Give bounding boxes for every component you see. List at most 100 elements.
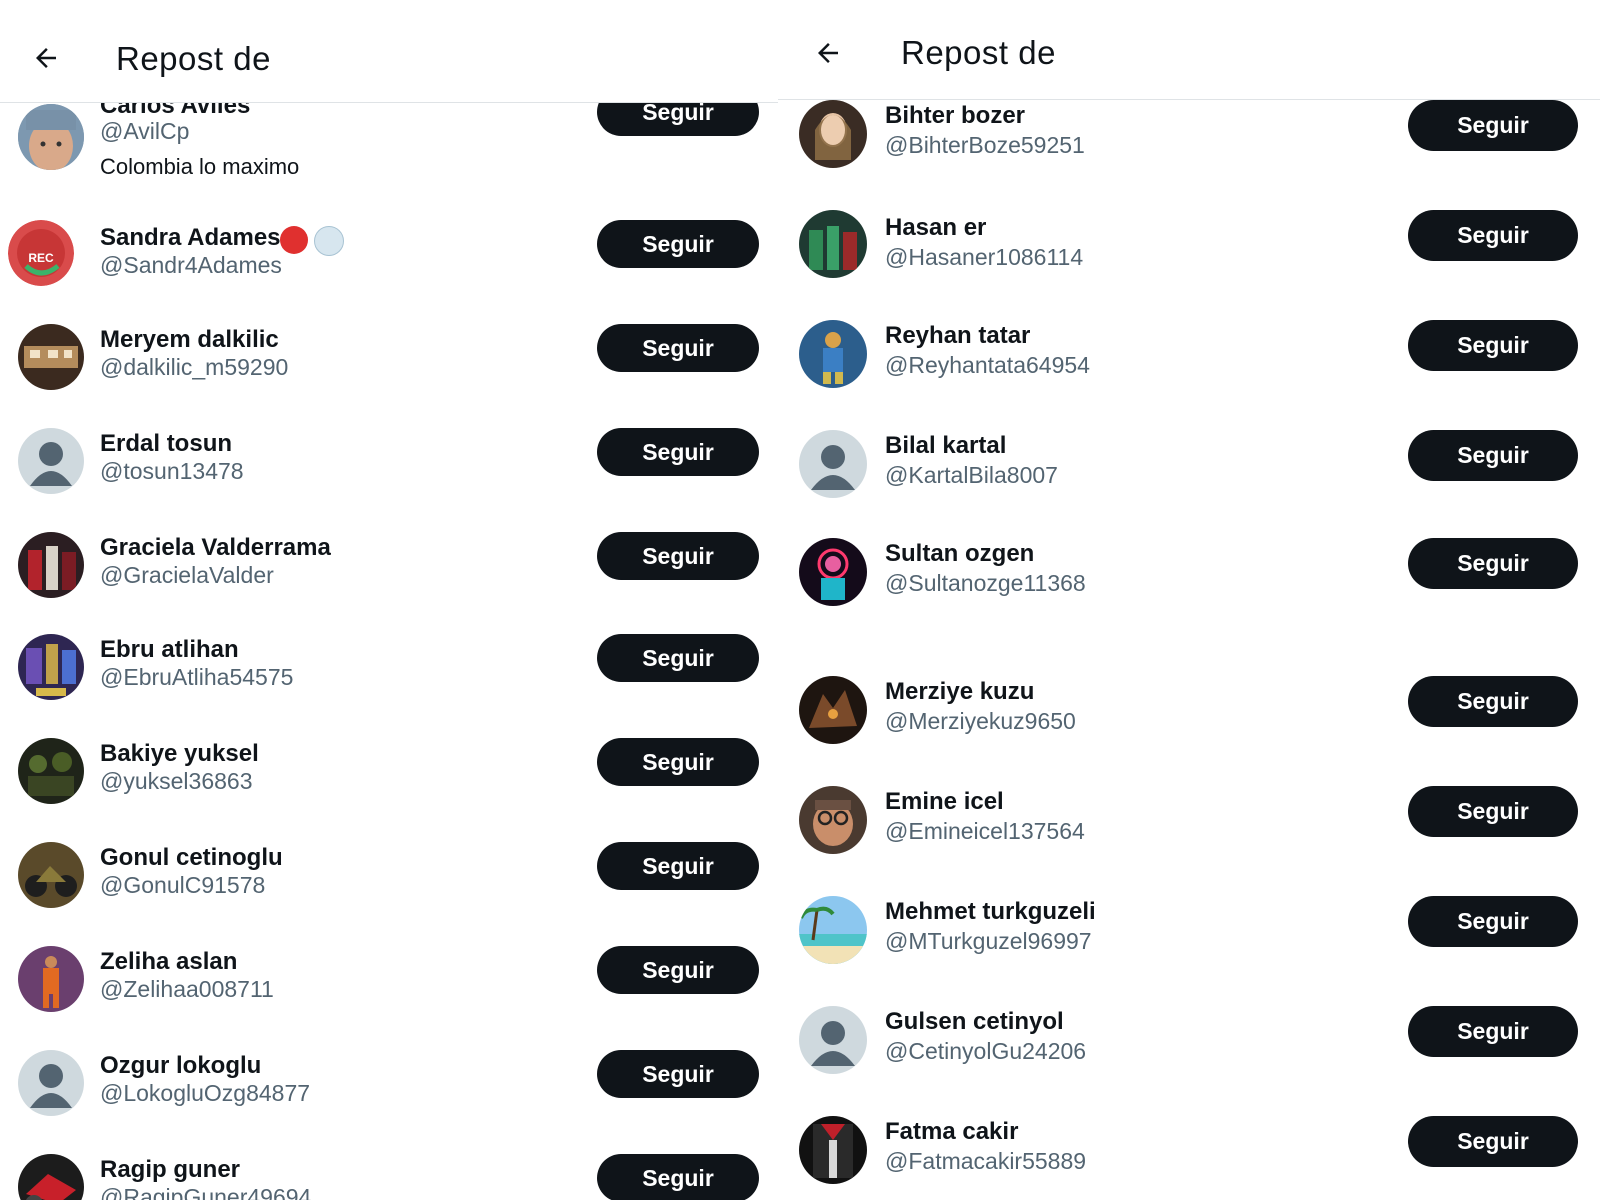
follow-button[interactable]: Seguir (597, 532, 759, 580)
follow-button[interactable]: Seguir (597, 738, 759, 786)
user-row[interactable]: Merziye kuzu @Merziyekuz9650 Seguir (778, 676, 1600, 776)
user-handle: @EbruAtliha54575 (100, 664, 294, 690)
user-row[interactable]: Graciela Valderrama @GracielaValder Segu… (0, 514, 778, 614)
user-row[interactable]: Ozgur lokoglu @LokogluOzg84877 Seguir (0, 1032, 778, 1132)
follow-button[interactable]: Seguir (1408, 538, 1578, 589)
default-avatar-icon[interactable] (18, 428, 84, 494)
user-name[interactable]: Sandra Adames (100, 224, 281, 252)
user-name[interactable]: Bilal kartal (885, 432, 1006, 460)
follow-button[interactable]: Seguir (597, 220, 759, 268)
page-title: Repost de (901, 34, 1056, 71)
user-name[interactable]: Meryem dalkilic (100, 326, 279, 354)
follow-button[interactable]: Seguir (1408, 1006, 1578, 1057)
user-name[interactable]: Ebru atlihan (100, 636, 239, 664)
user-name[interactable]: Erdal tosun (100, 430, 232, 458)
user-name[interactable]: Reyhan tatar (885, 322, 1030, 350)
follow-button[interactable]: Seguir (597, 634, 759, 682)
follow-button[interactable]: Seguir (1408, 896, 1578, 947)
back-button[interactable] (24, 36, 68, 80)
user-handle: @yuksel36863 (100, 768, 253, 794)
user-handle: @Sandr4Adames (100, 252, 282, 278)
user-row[interactable]: Hasan er @Hasaner1086114 Seguir (778, 208, 1600, 308)
right-screen: Bihter bozer @BihterBoze59251 Seguir Has… (778, 0, 1600, 1200)
user-handle: @Merziyekuz9650 (885, 708, 1076, 734)
user-name[interactable]: Ozgur lokoglu (100, 1052, 261, 1080)
follow-button[interactable]: Seguir (597, 1154, 759, 1200)
user-row[interactable]: Emine icel @Emineicel137564 Seguir (778, 786, 1600, 886)
user-handle: @GracielaValder (100, 562, 274, 588)
user-avatar[interactable] (799, 320, 867, 388)
user-handle: @Reyhantata64954 (885, 352, 1090, 378)
page-title: Repost de (116, 40, 271, 77)
user-avatar[interactable] (799, 100, 867, 168)
default-avatar-icon[interactable] (18, 1050, 84, 1116)
user-avatar[interactable] (18, 1154, 84, 1200)
user-row[interactable]: Sultan ozgen @Sultanozge11368 Seguir (778, 538, 1600, 638)
user-row[interactable]: Ragip guner @RagipGuner49694 Seguir (0, 1136, 778, 1200)
user-avatar[interactable] (18, 842, 84, 908)
user-row[interactable]: Bilal kartal @KartalBila8007 Seguir (778, 428, 1600, 528)
user-name[interactable]: Graciela Valderrama (100, 534, 331, 562)
user-name[interactable]: Sultan ozgen (885, 540, 1034, 568)
user-handle: @BihterBoze59251 (885, 132, 1085, 158)
user-name[interactable]: Merziye kuzu (885, 678, 1034, 706)
user-handle: @Sultanozge11368 (885, 570, 1086, 596)
user-avatar[interactable] (18, 946, 84, 1012)
user-row[interactable]: Gulsen cetinyol @CetinyolGu24206 Seguir (778, 1006, 1600, 1106)
default-avatar-icon[interactable] (799, 430, 867, 498)
follow-button[interactable]: Seguir (1408, 320, 1578, 371)
user-name[interactable]: Bakiye yuksel (100, 740, 259, 768)
user-name[interactable]: Fatma cakir (885, 1118, 1018, 1146)
user-avatar[interactable]: REC (8, 220, 74, 286)
follow-button[interactable]: Seguir (1408, 210, 1578, 261)
user-handle: @LokogluOzg84877 (100, 1080, 311, 1106)
user-name[interactable]: Gulsen cetinyol (885, 1008, 1064, 1036)
user-avatar[interactable] (18, 634, 84, 700)
user-name[interactable]: Ragip guner (100, 1156, 240, 1184)
user-row[interactable]: Meryem dalkilic @dalkilic_m59290 Seguir (0, 306, 778, 406)
user-avatar[interactable] (799, 210, 867, 278)
user-avatar[interactable] (799, 538, 867, 606)
user-avatar[interactable] (18, 104, 84, 170)
user-name[interactable]: Bihter bozer (885, 102, 1025, 130)
user-avatar[interactable] (18, 324, 84, 390)
user-avatar[interactable] (18, 738, 84, 804)
follow-button[interactable]: Seguir (1408, 1116, 1578, 1167)
follow-button[interactable]: Seguir (597, 428, 759, 476)
follow-button[interactable]: Seguir (1408, 676, 1578, 727)
user-row[interactable]: Erdal tosun @tosun13478 Seguir (0, 410, 778, 510)
follow-button[interactable]: Seguir (1408, 786, 1578, 837)
user-row[interactable]: Ebru atlihan @EbruAtliha54575 Seguir (0, 616, 778, 716)
user-name[interactable]: Gonul cetinoglu (100, 844, 283, 872)
follow-button[interactable]: Seguir (597, 1050, 759, 1098)
user-bio: Colombia lo maximo (100, 154, 300, 179)
user-handle: @Zelihaa008711 (100, 976, 274, 1002)
user-row[interactable]: Mehmet turkguzeli @MTurkguzel96997 Segui… (778, 896, 1600, 996)
user-avatar[interactable] (799, 676, 867, 744)
back-button[interactable] (806, 31, 850, 75)
user-row[interactable]: REC Sandra Adames @Sandr4Adames Seguir (0, 202, 778, 302)
user-avatar[interactable] (18, 532, 84, 598)
user-row[interactable]: Bakiye yuksel @yuksel36863 Seguir (0, 720, 778, 820)
user-name[interactable]: Emine icel (885, 788, 1004, 816)
user-row[interactable]: Zeliha aslan @Zelihaa008711 Seguir (0, 928, 778, 1028)
user-row[interactable]: Gonul cetinoglu @GonulC91578 Seguir (0, 824, 778, 924)
user-avatar[interactable] (799, 896, 867, 964)
default-avatar-icon[interactable] (799, 1006, 867, 1074)
user-handle: @RagipGuner49694 (100, 1184, 312, 1200)
user-handle: @MTurkguzel96997 (885, 928, 1092, 954)
follow-button[interactable]: Seguir (597, 946, 759, 994)
follow-button[interactable]: Seguir (597, 324, 759, 372)
follow-button[interactable]: Seguir (1408, 430, 1578, 481)
follow-button[interactable]: Seguir (597, 842, 759, 890)
goblin-mask-emoji-icon (280, 226, 308, 254)
user-name[interactable]: Zeliha aslan (100, 948, 237, 976)
user-row[interactable]: Bihter bozer @BihterBoze59251 Seguir (778, 96, 1600, 206)
user-avatar[interactable] (799, 786, 867, 854)
user-name[interactable]: Hasan er (885, 214, 986, 242)
user-name[interactable]: Mehmet turkguzeli (885, 898, 1096, 926)
user-row[interactable]: Fatma cakir @Fatmacakir55889 Seguir (778, 1116, 1600, 1200)
follow-button[interactable]: Seguir (1408, 100, 1578, 151)
user-avatar[interactable] (799, 1116, 867, 1184)
user-row[interactable]: Reyhan tatar @Reyhantata64954 Seguir (778, 318, 1600, 418)
